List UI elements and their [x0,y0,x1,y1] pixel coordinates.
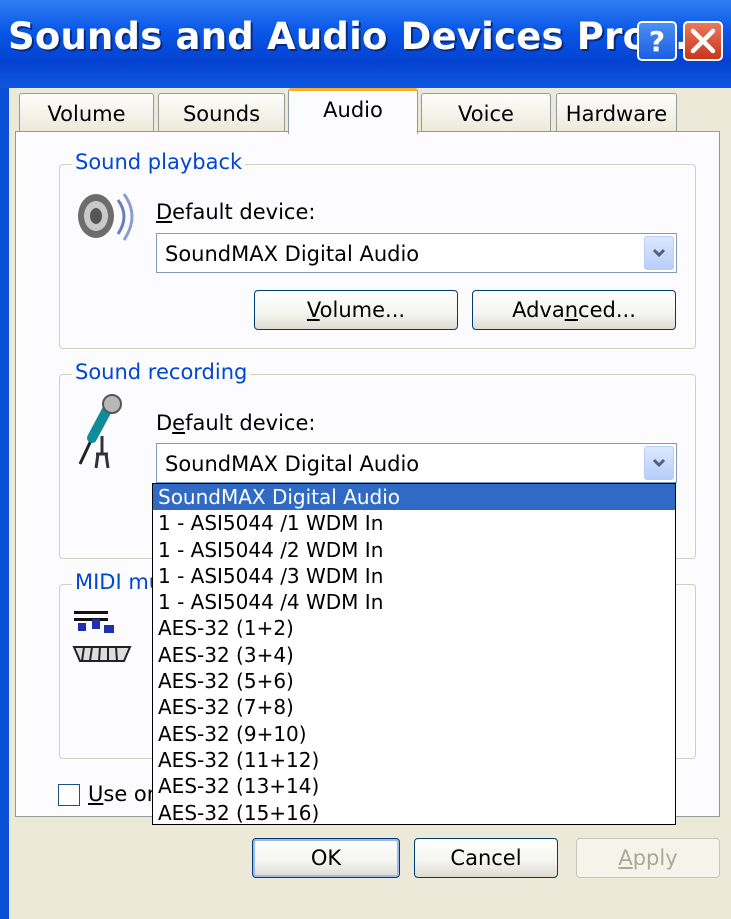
ok-label: OK [310,846,342,870]
dropdown-option[interactable]: AES-32 (7+8) [153,694,675,720]
speaker-icon [78,193,134,241]
playback-device-select[interactable]: SoundMAX Digital Audio [156,233,677,273]
tab-sounds[interactable]: Sounds [158,93,285,133]
tab-audio[interactable]: Audio [288,88,418,134]
dropdown-option[interactable]: AES-32 (11+12) [153,747,675,773]
dropdown-option[interactable]: 1 - ASI5044 /4 WDM In [153,589,675,615]
dropdown-option[interactable]: AES-32 (15+16) [153,800,675,826]
ok-button[interactable]: OK [252,838,400,878]
tab-voice[interactable]: Voice [421,93,551,133]
close-button[interactable] [683,21,723,61]
chevron-down-icon[interactable] [644,236,674,270]
dropdown-option[interactable]: AES-32 (13+14) [153,773,675,799]
tab-label: Voice [458,102,514,126]
cancel-button[interactable]: Cancel [414,838,558,878]
playback-default-device-label: Default device: [156,200,316,224]
recording-device-select[interactable]: SoundMAX Digital Audio [156,443,677,483]
recording-device-value: SoundMAX Digital Audio [165,452,420,476]
tab-label: Audio [323,98,383,122]
close-icon [690,28,716,54]
checkbox-label: Use on [88,782,161,806]
recording-default-device-label: Default device: [156,411,316,435]
midi-keyboard-icon [72,611,132,662]
dropdown-option[interactable]: SoundMAX Digital Audio [153,484,675,511]
use-only-default-checkbox[interactable] [58,784,80,806]
volume-button[interactable]: Volume... [254,290,458,330]
dropdown-option[interactable]: AES-32 (1+2) [153,615,675,641]
recording-device-dropdown-list[interactable]: SoundMAX Digital Audio 1 - ASI5044 /1 WDM… [152,483,676,825]
dropdown-option[interactable]: AES-32 (9+10) [153,721,675,747]
svg-text:?: ? [649,25,665,58]
tab-hardware[interactable]: Hardware [556,93,677,133]
dropdown-option[interactable]: 1 - ASI5044 /1 WDM In [153,510,675,536]
help-button[interactable]: ? [637,21,677,61]
sound-playback-label: Sound playback [72,150,246,174]
playback-device-value: SoundMAX Digital Audio [165,242,420,266]
dialog-window: Sounds and Audio Devices Prop... ? Volum… [0,0,731,919]
chevron-down-icon[interactable] [644,446,674,480]
apply-button[interactable]: Apply [576,838,720,878]
sound-recording-label: Sound recording [72,360,251,384]
microphone-icon [78,394,122,469]
tab-label: Sounds [182,102,261,126]
tab-label: Volume [47,102,126,126]
window-title: Sounds and Audio Devices Prop... [8,15,718,58]
dropdown-option[interactable]: 1 - ASI5044 /3 WDM In [153,563,675,589]
dropdown-option[interactable]: AES-32 (5+6) [153,668,675,694]
tab-label: Hardware [565,102,668,126]
question-icon: ? [649,25,665,58]
dropdown-option[interactable]: AES-32 (3+4) [153,642,675,668]
dropdown-option[interactable]: 1 - ASI5044 /2 WDM In [153,537,675,563]
title-bar[interactable]: Sounds and Audio Devices Prop... ? [0,0,731,88]
cancel-label: Cancel [450,846,522,870]
advanced-button[interactable]: Advanced... [472,290,676,330]
tab-volume[interactable]: Volume [19,93,154,133]
